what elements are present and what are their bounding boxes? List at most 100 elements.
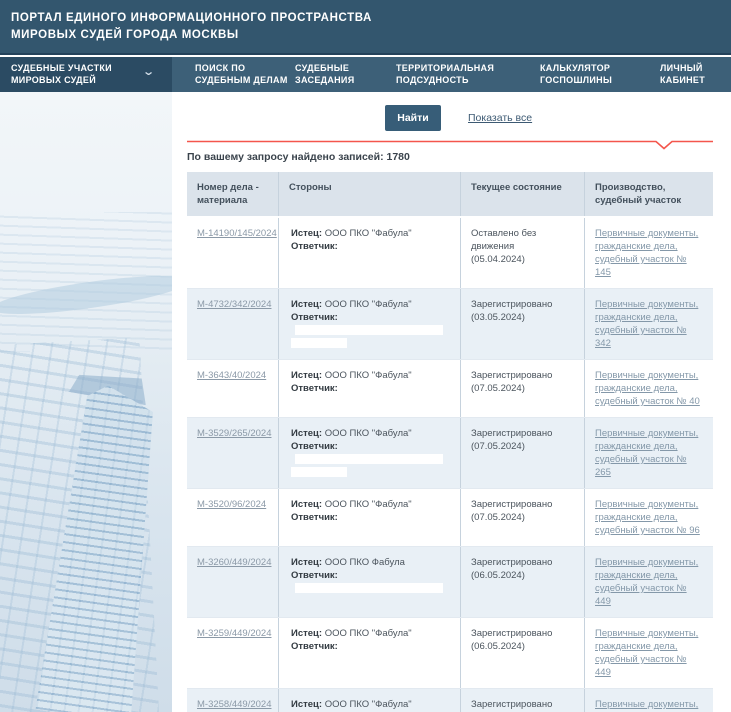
plaintiff-value: ООО ПКО "Фабула" [325, 499, 412, 510]
nav-label-line1: СУДЕБНЫЕ [295, 62, 354, 74]
column-header-parties: Стороны [278, 172, 460, 216]
status-value: Оставлено без движения [471, 228, 536, 252]
red-divider-with-notch [187, 140, 713, 150]
status-value: Зарегистрировано [471, 299, 552, 310]
nav-label-line1: ПОИСК ПО [195, 62, 288, 74]
status-date: (07.05.2024) [471, 441, 525, 452]
nav-item-judicial-districts[interactable]: СУДЕБНЫЕ УЧАСТКИ МИРОВЫХ СУДЕЙ ⌄ [0, 57, 172, 92]
case-number-link[interactable]: М-3529/265/2024 [197, 428, 271, 439]
case-number-link[interactable]: М-3643/40/2024 [197, 370, 266, 381]
plaintiff-value: ООО ПКО Фабула [325, 557, 405, 568]
table-row: М-3258/449/2024 Истец: ООО ПКО "Фабула" … [187, 688, 713, 712]
table-row: М-3520/96/2024 Истец: ООО ПКО "Фабула" О… [187, 488, 713, 546]
redaction-box [291, 338, 347, 348]
redacted-defendant-value [291, 325, 443, 349]
plaintiff-value: ООО ПКО "Фабула" [325, 628, 412, 639]
table-row: М-3260/449/2024 Истец: ООО ПКО Фабула От… [187, 546, 713, 617]
production-link[interactable]: Первичные документы, гражданские дела, с… [595, 699, 698, 712]
redaction-box [295, 325, 443, 335]
plaintiff-value: ООО ПКО "Фабула" [325, 299, 412, 310]
nav-label-line2: КАБИНЕТ [660, 74, 705, 86]
nav-label-line2: СУДЕБНЫМ ДЕЛАМ [195, 74, 288, 86]
status-value: Зарегистрировано [471, 370, 552, 381]
redaction-box [291, 467, 347, 477]
plaintiff-label: Истец: [291, 299, 322, 310]
status-date: (07.05.2024) [471, 383, 525, 394]
nav-item-case-search[interactable]: ПОИСК ПО СУДЕБНЫМ ДЕЛАМ [195, 57, 288, 92]
search-action-row: Найти Показать все [172, 105, 731, 132]
table-header-row: Номер дела - материала Стороны Текущее с… [187, 172, 713, 216]
table-row: М-3529/265/2024 Истец: ООО ПКО "Фабула" … [187, 417, 713, 488]
defendant-label: Ответчик: [291, 383, 338, 394]
production-link[interactable]: Первичные документы, гражданские дела, с… [595, 628, 698, 678]
nav-label-line2: ГОСПОШЛИНЫ [540, 74, 612, 86]
column-header-production: Производство, судебный участок [584, 172, 713, 216]
table-row: М-3643/40/2024 Истец: ООО ПКО "Фабула" О… [187, 359, 713, 417]
production-link[interactable]: Первичные документы, гражданские дела, с… [595, 499, 700, 536]
plaintiff-value: ООО ПКО "Фабула" [325, 228, 412, 239]
main-nav: СУДЕБНЫЕ УЧАСТКИ МИРОВЫХ СУДЕЙ ⌄ ПОИСК П… [0, 57, 731, 92]
status-value: Зарегистрировано [471, 557, 552, 568]
portal-title-line2: МИРОВЫХ СУДЕЙ ГОРОДА МОСКВЫ [11, 27, 731, 44]
defendant-label: Ответчик: [291, 641, 338, 652]
find-button[interactable]: Найти [385, 105, 441, 131]
redacted-defendant-value [291, 583, 443, 594]
plaintiff-value: ООО ПКО "Фабула" [325, 370, 412, 381]
case-number-link[interactable]: М-3259/449/2024 [197, 628, 271, 639]
redaction-box [295, 583, 443, 593]
status-value: Зарегистрировано [471, 428, 552, 439]
status-date: (06.05.2024) [471, 570, 525, 581]
chevron-down-icon: ⌄ [143, 66, 156, 78]
portal-title-line1: ПОРТАЛ ЕДИНОГО ИНФОРМАЦИОННОГО ПРОСТРАНС… [11, 10, 731, 27]
plaintiff-value: ООО ПКО "Фабула" [325, 428, 412, 439]
plaintiff-label: Истец: [291, 699, 322, 710]
nav-label-line2: ПОДСУДНОСТЬ [396, 74, 494, 86]
case-number-link[interactable]: М-4732/342/2024 [197, 299, 271, 310]
production-link[interactable]: Первичные документы, гражданские дела, с… [595, 228, 698, 278]
nav-label-line1: ТЕРРИТОРИАЛЬНАЯ [396, 62, 494, 74]
results-count: По вашему запросу найдено записей: 1780 [187, 151, 731, 163]
production-link[interactable]: Первичные документы, гражданские дела, с… [595, 370, 700, 407]
plaintiff-label: Истец: [291, 370, 322, 381]
status-value: Зарегистрировано [471, 499, 552, 510]
table-body: М-14190/145/2024 Истец: ООО ПКО "Фабула"… [187, 216, 713, 712]
plaintiff-label: Истец: [291, 499, 322, 510]
defendant-label: Ответчик: [291, 312, 338, 323]
nav-item-court-sessions[interactable]: СУДЕБНЫЕ ЗАСЕДАНИЯ [295, 57, 354, 92]
table-row: М-4732/342/2024 Истец: ООО ПКО "Фабула" … [187, 288, 713, 359]
nav-label-line2: ЗАСЕДАНИЯ [295, 74, 354, 86]
defendant-label: Ответчик: [291, 512, 338, 523]
production-link[interactable]: Первичные документы, гражданские дела, с… [595, 557, 698, 607]
status-date: (05.04.2024) [471, 254, 525, 265]
production-link[interactable]: Первичные документы, гражданские дела, с… [595, 428, 698, 478]
show-all-link[interactable]: Показать все [468, 112, 532, 124]
redacted-defendant-value [291, 396, 443, 407]
nav-item-fee-calculator[interactable]: КАЛЬКУЛЯТОР ГОСПОШЛИНЫ [540, 57, 612, 92]
case-number-link[interactable]: М-3260/449/2024 [197, 557, 271, 568]
case-number-link[interactable]: М-3258/449/2024 [197, 699, 271, 710]
redaction-box [295, 454, 443, 464]
plaintiff-label: Истец: [291, 557, 322, 568]
redacted-defendant-value [291, 454, 443, 478]
plaintiff-label: Истец: [291, 428, 322, 439]
table-row: М-3259/449/2024 Истец: ООО ПКО "Фабула" … [187, 617, 713, 688]
cases-table: Номер дела - материала Стороны Текущее с… [187, 172, 713, 712]
table-row: М-14190/145/2024 Истец: ООО ПКО "Фабула"… [187, 216, 713, 288]
production-link[interactable]: Первичные документы, гражданские дела, с… [595, 299, 698, 349]
defendant-label: Ответчик: [291, 241, 338, 252]
status-date: (03.05.2024) [471, 312, 525, 323]
status-value: Зарегистрировано [471, 628, 552, 639]
nav-item-territorial-jurisdiction[interactable]: ТЕРРИТОРИАЛЬНАЯ ПОДСУДНОСТЬ [396, 57, 494, 92]
defendant-label: Ответчик: [291, 570, 338, 581]
nav-label-line1: ЛИЧНЫЙ [660, 62, 705, 74]
plaintiff-label: Истец: [291, 628, 322, 639]
case-number-link[interactable]: М-14190/145/2024 [197, 228, 277, 239]
defendant-label: Ответчик: [291, 441, 338, 452]
status-value: Зарегистрировано [471, 699, 552, 710]
main-content: Найти Показать все По вашему запросу най… [172, 92, 731, 712]
status-date: (07.05.2024) [471, 512, 525, 523]
status-date: (06.05.2024) [471, 641, 525, 652]
nav-item-personal-account[interactable]: ЛИЧНЫЙ КАБИНЕТ [660, 57, 705, 92]
case-number-link[interactable]: М-3520/96/2024 [197, 499, 266, 510]
plaintiff-value: ООО ПКО "Фабула" [325, 699, 412, 710]
